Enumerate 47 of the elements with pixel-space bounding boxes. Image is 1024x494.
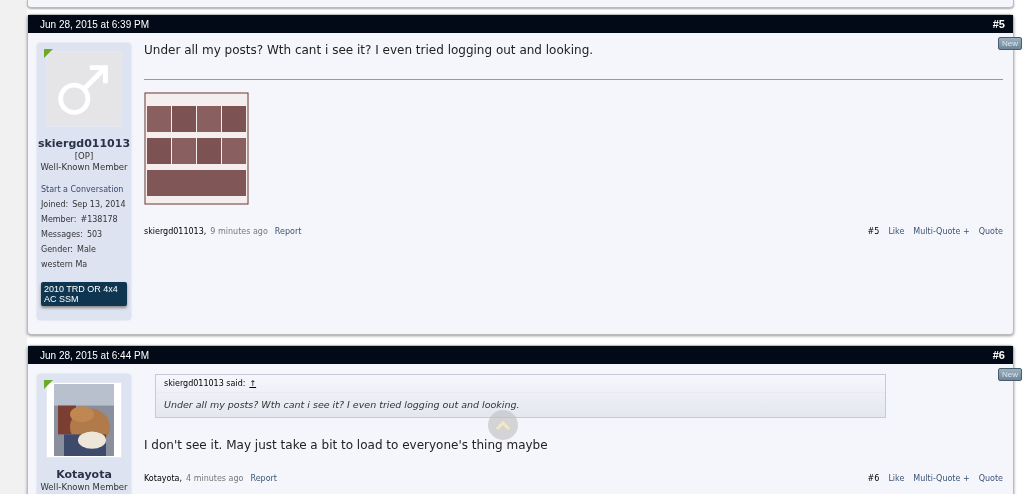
post-time[interactable]: 9 minutes ago [210,227,268,236]
post-action-link[interactable]: Multi-Quote + [913,474,970,483]
post-action-link[interactable]: Like [888,227,905,236]
report-link[interactable]: Report [274,227,302,236]
stat-value: Male [77,245,96,254]
caret-up-icon [496,420,510,430]
quote-attribution: skiergd011013 said: [164,379,246,388]
post-date: Jun 28, 2015 at 6:44 PM [40,349,149,361]
post-number[interactable]: #6 [867,474,880,483]
corner-mark [44,380,53,389]
start-conversation-link[interactable]: Start a Conversation [41,185,131,194]
user-banner: 2010 TRD OR 4x4 AC SSM [41,282,127,306]
stat-label: Member: [41,215,77,224]
quote-text: Under all my posts? Wth cant i see it? I even tried logging out and looking. [163,398,521,412]
post-number[interactable]: #5 [992,18,1005,30]
stat-label: Joined: [41,200,69,209]
username[interactable]: skiergd011013 [37,137,131,150]
stat-value: 503 [86,230,103,239]
corner-mark [44,49,53,58]
user-title: Well-Known Member [39,162,129,172]
post-author[interactable]: Kotayota, [144,474,182,483]
user-tag: [OP] [37,151,131,161]
post-date: Jun 28, 2015 at 6:39 PM [40,18,149,30]
stat-label: Gender: [41,245,74,254]
post-number[interactable]: #6 [992,349,1005,361]
post-action-link[interactable]: Like [888,474,905,483]
post-time[interactable]: 4 minutes ago [186,474,244,483]
new-badge: New [998,37,1022,50]
stat-value: #138178 [80,215,118,224]
male-symbol-icon [47,52,121,126]
stat-label: Messages: [41,230,83,239]
new-badge: New [998,368,1022,381]
stat-value: Sep 13, 2014 [72,200,126,209]
report-link[interactable]: Report [250,474,277,483]
message-text: Under all my posts? Wth cant i see it? I even tried logging out and looking. [144,43,595,57]
post-author[interactable]: skiergd011013, [144,227,207,236]
post-action-link[interactable]: Quote [978,227,1003,236]
post-action-link[interactable]: Quote [978,474,1003,483]
quote-link[interactable]: ↑ [249,379,257,388]
post-number[interactable]: #5 [867,227,880,236]
user-title: Well-Known Member [39,482,129,492]
user-location: western Ma [41,260,89,269]
post-action-link[interactable]: Multi-Quote + [913,227,970,236]
avatar[interactable] [46,382,122,458]
scroll-top-button[interactable] [488,410,518,440]
message-text: I don't see it. May just take a bit to load to everyone's thing maybe [144,438,549,452]
username[interactable]: Kotayota [37,468,131,481]
